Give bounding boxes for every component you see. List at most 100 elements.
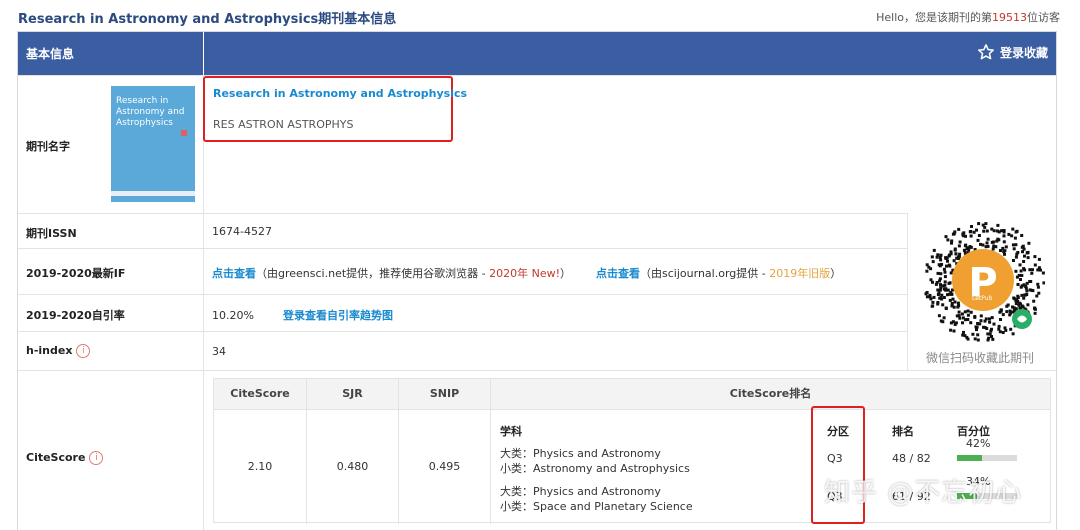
qr-dot xyxy=(946,288,950,292)
qr-dot xyxy=(990,327,993,331)
info-icon[interactable]: i xyxy=(89,451,104,465)
qr-dot xyxy=(1026,303,1030,307)
qr-dot xyxy=(942,267,946,271)
qr-dot xyxy=(983,326,987,329)
selfcite-trend-link[interactable]: 登录查看自引率趋势图 xyxy=(283,309,393,322)
qr-dot xyxy=(1028,268,1032,272)
qr-dot xyxy=(1037,257,1041,261)
header-label-cell: 基本信息 xyxy=(18,32,204,75)
impact-factor-row: 2019-2020最新IF 点击查看（由greensci.net提供，推荐使用谷… xyxy=(18,248,907,294)
qr-dot xyxy=(966,337,970,341)
qr-dot xyxy=(1002,240,1006,244)
journal-name-row: 期刊名字 Research in Astronomy and Astrophys… xyxy=(18,75,1056,213)
qr-dot xyxy=(943,270,947,274)
qr-dot xyxy=(985,229,989,233)
qr-dot xyxy=(1014,255,1018,259)
qr-dot xyxy=(961,316,965,320)
qr-dot xyxy=(955,256,959,260)
qr-dot xyxy=(969,245,973,249)
selfcite-label-cell: 2019-2020自引率 xyxy=(18,295,204,331)
hindex-label-cell: h-index i xyxy=(18,332,204,370)
favorite-button[interactable]: 登录收藏 xyxy=(977,43,1048,61)
rank-value-1: 48 / 82 xyxy=(892,452,931,465)
qr-dot xyxy=(936,271,940,275)
qr-dot xyxy=(939,283,942,287)
qr-dot xyxy=(1035,294,1039,298)
qr-dot xyxy=(945,264,948,268)
impact-end-2: ） xyxy=(830,267,842,280)
qr-dot xyxy=(969,321,973,325)
qr-dot xyxy=(1026,250,1030,254)
visitor-counter: Hello，您是该期刊的第19513位访客 xyxy=(876,9,1060,25)
visitor-prefix: Hello，您是该期刊的第 xyxy=(876,11,992,24)
qr-dot xyxy=(930,304,934,308)
col-header-snip: SNIP xyxy=(399,379,491,409)
qr-dot xyxy=(1007,232,1011,236)
journal-name-link[interactable]: Research in Astronomy and Astrophysics xyxy=(213,87,467,100)
qr-dot xyxy=(953,323,957,326)
qr-dot xyxy=(943,275,947,279)
qr-dot xyxy=(984,317,988,321)
qr-dot xyxy=(952,259,956,263)
qr-dot xyxy=(1014,230,1018,234)
qr-dot xyxy=(1014,269,1018,273)
qr-dot xyxy=(1030,288,1034,292)
qr-dot xyxy=(968,230,972,234)
qr-dot xyxy=(1020,293,1024,297)
citescore-value: 2.10 xyxy=(214,410,307,524)
qr-dot xyxy=(953,300,957,304)
qr-dot xyxy=(951,297,955,301)
impact-label: 2019-2020最新IF xyxy=(26,267,126,280)
qr-dot xyxy=(947,292,951,296)
rank-header-subject: 学科 xyxy=(500,425,522,438)
qr-dot xyxy=(937,314,941,318)
impact-link-greensci[interactable]: 点击查看 xyxy=(212,267,256,280)
qr-code[interactable]: P xyxy=(921,218,1045,342)
qr-dot xyxy=(994,245,998,249)
h-index-row: h-index i 34 xyxy=(18,331,907,370)
percentile-fill-1 xyxy=(957,455,983,461)
selfcite-label: 2019-2020自引率 xyxy=(26,309,125,322)
qr-dot xyxy=(961,321,964,325)
qr-dot xyxy=(925,263,929,267)
major-label: 大类： xyxy=(500,447,533,460)
minor-label: 小类： xyxy=(500,462,533,475)
info-icon[interactable]: i xyxy=(76,344,91,358)
qr-dot xyxy=(944,306,948,310)
qr-dot xyxy=(1011,243,1015,247)
qr-dot xyxy=(953,247,957,251)
qr-dot xyxy=(938,277,942,281)
qr-dot xyxy=(1017,273,1021,277)
qr-dot xyxy=(1016,283,1020,286)
qr-dot xyxy=(1020,274,1024,277)
rank-header-rank: 排名 xyxy=(892,425,914,438)
impact-label-cell: 2019-2020最新IF xyxy=(18,249,204,294)
qr-dot xyxy=(1032,299,1036,303)
qr-dot xyxy=(975,325,979,329)
subject-major-2: 大类：Physics and Astronomy xyxy=(500,483,661,499)
qr-dot xyxy=(1009,311,1013,315)
qr-cell: P LetPub 微信扫码收藏此期刊 xyxy=(907,213,1056,370)
qr-dot xyxy=(969,234,973,238)
qr-dot xyxy=(949,250,953,254)
qr-dot xyxy=(964,234,967,238)
qr-dot xyxy=(1037,291,1041,295)
qr-dot xyxy=(942,287,946,291)
qr-dot xyxy=(930,255,934,259)
citescore-label: CiteScore i xyxy=(26,451,104,465)
qr-dot xyxy=(940,293,944,297)
qr-dot xyxy=(986,332,990,336)
qr-dot xyxy=(966,309,970,313)
qr-dot xyxy=(976,333,980,337)
qr-dot xyxy=(990,316,994,320)
qr-dot xyxy=(970,225,973,228)
qr-dot xyxy=(938,264,942,268)
qr-dot xyxy=(973,337,977,341)
qr-dot xyxy=(992,240,996,244)
qr-dot xyxy=(943,280,947,284)
impact-link-scijournal[interactable]: 点击查看 xyxy=(596,267,640,280)
issn-label: 期刊ISSN xyxy=(26,227,77,240)
qr-dot xyxy=(966,313,970,317)
qr-dot xyxy=(1005,310,1009,314)
qr-dot xyxy=(1020,245,1024,249)
